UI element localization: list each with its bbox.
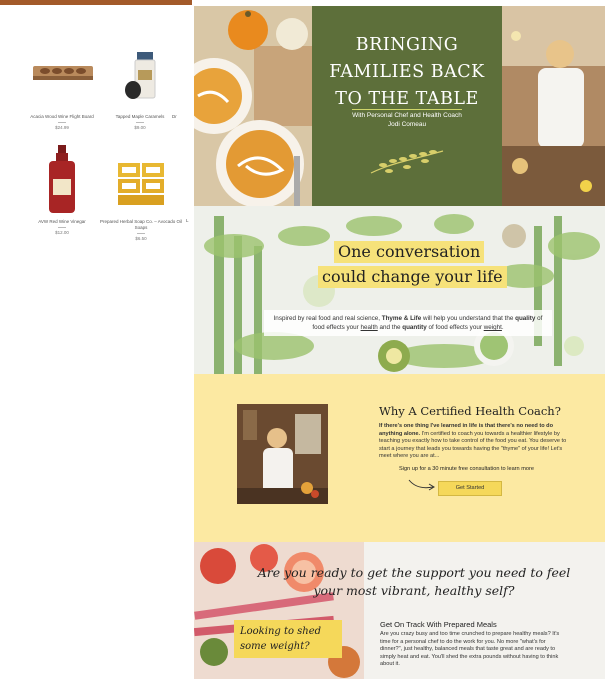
product-card[interactable]: L: [186, 218, 194, 224]
coach-body: If there's one thing I've learned in lif…: [379, 423, 569, 461]
product-card[interactable]: Prepared Herbal Soap Co. – Avocado Oil S…: [100, 155, 182, 241]
coach-heading: Why A Certified Health Coach?: [379, 404, 561, 418]
product-name[interactable]: Acacia Wood Wine Flight Board: [22, 114, 102, 120]
meals-subheading: Get On Track With Prepared Meals: [380, 620, 497, 629]
ready-heading-line: Are you ready to get the support you nee…: [257, 565, 571, 580]
product-price: $24.99: [55, 125, 69, 130]
convo-heading-line2: could change your life: [322, 267, 503, 286]
hero-subtitle: With Personal Chef and Health Coach: [352, 112, 462, 119]
product-name[interactable]: Dr: [172, 114, 192, 120]
health-coach-section: Why A Certified Health Coach? If there's…: [194, 374, 605, 542]
hero-chef-photo: [502, 6, 605, 206]
product-price: $9.00: [134, 125, 146, 130]
product-price: $12.00: [55, 230, 69, 235]
hero-divider: [352, 109, 462, 110]
product-image[interactable]: [27, 50, 97, 110]
hero-title-line: FAMILIES BACK: [329, 62, 485, 82]
body-text: .: [501, 324, 504, 331]
convo-body: Inspired by real food and real science, …: [264, 310, 552, 336]
product-image[interactable]: [105, 50, 175, 110]
product-name[interactable]: Prepared Herbal Soap Co. – Avocado Oil S…: [100, 219, 182, 231]
health-link[interactable]: health: [361, 324, 378, 331]
herb-sprig-icon: [370, 150, 444, 174]
product-name[interactable]: L: [186, 218, 194, 224]
product-name[interactable]: AVW Red Wine Vinegar: [22, 219, 102, 225]
product-divider: [58, 227, 66, 228]
meals-body: Are you crazy busy and too time crunched…: [380, 631, 560, 668]
product-name[interactable]: Tapped Maple Caramels: [100, 114, 180, 120]
product-image[interactable]: [172, 50, 192, 110]
product-divider: [58, 122, 66, 123]
callout-line: some weight?: [240, 641, 310, 652]
body-text: of food effects your: [428, 324, 482, 331]
product-card[interactable]: Tapped Maple Caramels $9.00: [100, 50, 180, 130]
prepared-meals-section: Are you ready to get the support you nee…: [194, 542, 605, 679]
body-text: will help you understand that the: [423, 315, 514, 322]
body-text: and the: [379, 324, 401, 331]
product-divider: [137, 233, 145, 234]
hero-banner: BRINGING FAMILIES BACK TO THE TABLE With…: [194, 6, 605, 206]
heading-highlight: could change your life: [318, 266, 507, 288]
product-divider: [136, 122, 144, 123]
hero-title-line: BRINGING: [355, 35, 459, 55]
hero-title-panel: BRINGING FAMILIES BACK TO THE TABLE With…: [312, 6, 502, 206]
conversation-section: One conversation could change your life …: [194, 206, 605, 374]
coach-photo: [237, 404, 328, 504]
hero-subtitle-name: Jodi Comeau: [387, 120, 427, 128]
signup-text: Sign up for a 30 minute free consultatio…: [399, 466, 534, 472]
heading-highlight: One conversation: [334, 241, 485, 263]
quality-word: quality: [515, 315, 536, 322]
product-price: $6.50: [135, 236, 147, 241]
ready-heading: Are you ready to get the support you nee…: [254, 564, 574, 600]
product-image[interactable]: [27, 145, 97, 215]
vegetables-background: [194, 206, 605, 374]
product-card[interactable]: AVW Red Wine Vinegar $12.00: [22, 145, 102, 235]
shop-top-bar: [0, 0, 192, 5]
product-image[interactable]: [106, 155, 176, 215]
get-started-button[interactable]: Get Started: [438, 481, 502, 496]
weight-callout: Looking to shed some weight?: [234, 620, 342, 658]
quantity-word: quantity: [402, 324, 427, 331]
hero-food-photo: [194, 6, 312, 206]
product-card[interactable]: Acacia Wood Wine Flight Board $24.99: [22, 50, 102, 130]
weight-link[interactable]: weight: [484, 324, 502, 331]
callout-line: Looking to shed: [240, 626, 322, 637]
convo-heading-line1: One conversation: [338, 242, 481, 261]
ready-heading-line: your most vibrant, healthy self?: [313, 583, 515, 598]
arrow-right-icon: [408, 479, 435, 491]
body-text: Inspired by real food and real science,: [273, 315, 380, 322]
product-card[interactable]: Dr: [172, 50, 192, 120]
brand-name: Thyme & Life: [381, 315, 422, 322]
